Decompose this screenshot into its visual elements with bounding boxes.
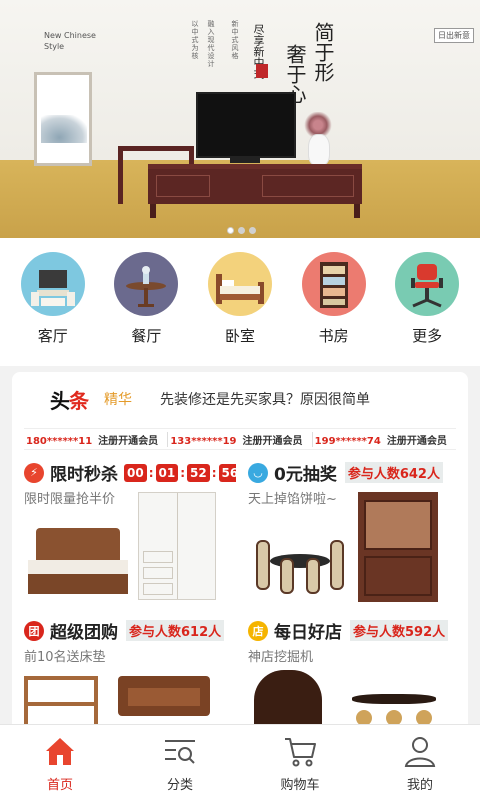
vase-image	[308, 134, 330, 166]
tv-cabinet-image	[148, 164, 362, 218]
cart-icon	[285, 738, 316, 767]
daily-shop-title: 每日好店	[274, 623, 342, 643]
group-icon: 团	[24, 620, 44, 641]
ticker-item: 180******11 注册开通会员	[24, 431, 169, 447]
category-more[interactable]: 更多	[391, 252, 463, 366]
category-study[interactable]: 书房	[298, 252, 370, 366]
tv-image	[196, 92, 296, 158]
daily-shop-subtitle: 神店挖掘机	[248, 650, 314, 665]
banner-title-a: 简于形	[311, 22, 335, 82]
participants-badge: 参与人数612人	[126, 620, 225, 641]
lottery-subtitle: 天上掉馅饼啦~	[248, 492, 337, 507]
banner-tag: 日出新意	[434, 28, 474, 43]
dining-set-product-image	[250, 528, 350, 598]
banner-vertical-text-3: 新中式风格	[231, 20, 239, 60]
lottery-title: 0元抽奖	[274, 465, 337, 485]
news-tag: 精华	[104, 392, 132, 408]
group-buy-card[interactable]: 团 超级团购 参与人数612人 前10名送床垫	[18, 610, 236, 732]
cabinet-product-image	[358, 492, 438, 602]
tea-table-product-image	[352, 686, 436, 726]
category-dining-room[interactable]: 餐厅	[110, 252, 182, 366]
news-headline[interactable]: 先装修还是先买家具？原因很简单	[160, 389, 370, 409]
category-label: 客厅	[37, 327, 68, 345]
lottery-card[interactable]: ◡ 0元抽奖 参与人数642人 天上掉馅饼啦~	[242, 452, 462, 606]
tab-label: 购物车	[280, 778, 320, 793]
banner-english-text: New Chinese Style	[44, 31, 96, 51]
tab-cart[interactable]: 购物车	[240, 725, 360, 800]
category-living-room[interactable]: 客厅	[17, 252, 89, 366]
countdown-timer: 00: 01: 52: 56	[124, 463, 236, 482]
category-label: 餐厅	[131, 327, 162, 345]
landscape-painting	[34, 72, 92, 166]
flash-sale-title: 限时秒杀	[50, 465, 118, 485]
category-label: 书房	[318, 327, 349, 345]
category-search-icon	[165, 740, 195, 764]
member-ticker: 180******11 注册开通会员 133******19 注册开通会员 199*…	[24, 428, 456, 450]
participants-badge: 参与人数592人	[350, 620, 449, 641]
bottom-tab-bar: 首页 分类 购物车 我的	[0, 724, 480, 800]
banner-dot-active[interactable]	[227, 227, 234, 234]
group-buy-subtitle: 前10名送床垫	[24, 650, 106, 665]
bookshelf-icon	[301, 252, 366, 316]
chair-icon	[395, 252, 460, 316]
flash-sale-subtitle: 限时限量抢半价	[24, 492, 116, 507]
promo-panel: 头条 精华 先装修还是先买家具？原因很简单 180******11 注册开通会员 …	[12, 372, 468, 732]
category-bedroom[interactable]: 卧室	[204, 252, 276, 366]
dining-table-icon	[114, 252, 179, 316]
wardrobe-product-image	[138, 492, 216, 600]
banner-dot[interactable]	[249, 227, 256, 234]
hero-banner[interactable]: New Chinese Style 以中式为核 融入现代设计 新中式风格 简于形…	[0, 0, 480, 238]
news-bar[interactable]: 头条 精华 先装修还是先买家具？原因很简单	[12, 378, 468, 420]
countdown-seconds: 56	[218, 463, 236, 482]
banner-pagination	[227, 227, 256, 234]
red-seal-stamp	[256, 64, 268, 78]
carved-furniture-product-image	[254, 670, 322, 730]
flash-sale-card[interactable]: ⚡ 限时秒杀 00: 01: 52: 56 限时限量抢半价	[18, 452, 236, 606]
category-label: 更多	[412, 327, 443, 345]
participants-badge: 参与人数642人	[344, 462, 443, 483]
user-icon	[404, 737, 436, 767]
ticker-item: 133******19 注册开通会员	[168, 431, 313, 447]
sofa-tv-icon	[20, 252, 85, 316]
countdown-days: 00	[124, 463, 147, 482]
smile-icon: ◡	[248, 462, 268, 483]
countdown-minutes: 52	[187, 463, 210, 482]
tab-label: 我的	[406, 778, 433, 793]
category-nav: 客厅 餐厅 卧室 书房 更多	[0, 238, 480, 366]
banner-dot[interactable]	[238, 227, 245, 234]
toutiao-logo: 头条	[50, 388, 89, 413]
banner-vertical-text-1: 以中式为核	[191, 20, 199, 60]
tab-profile[interactable]: 我的	[360, 725, 480, 800]
countdown-hours: 01	[155, 463, 179, 482]
home-icon	[46, 738, 74, 765]
banner-vertical-text-2: 融入现代设计	[207, 20, 215, 68]
bed-product-image	[28, 528, 128, 598]
tab-label: 分类	[166, 778, 193, 793]
lightning-icon: ⚡	[24, 462, 44, 483]
category-label: 卧室	[224, 327, 255, 345]
tab-label: 首页	[46, 778, 73, 793]
bed-icon	[207, 252, 272, 316]
tab-category[interactable]: 分类	[120, 725, 240, 800]
tv-stand	[230, 158, 260, 163]
group-buy-title: 超级团购	[50, 623, 118, 643]
ticker-item: 199******74 注册开通会员	[314, 435, 447, 447]
tab-home[interactable]: 首页	[0, 725, 120, 800]
sofa-set-product-image	[118, 676, 210, 716]
daily-shop-card[interactable]: 店 每日好店 参与人数592人 神店挖掘机	[242, 610, 462, 732]
shop-icon: 店	[248, 620, 268, 641]
